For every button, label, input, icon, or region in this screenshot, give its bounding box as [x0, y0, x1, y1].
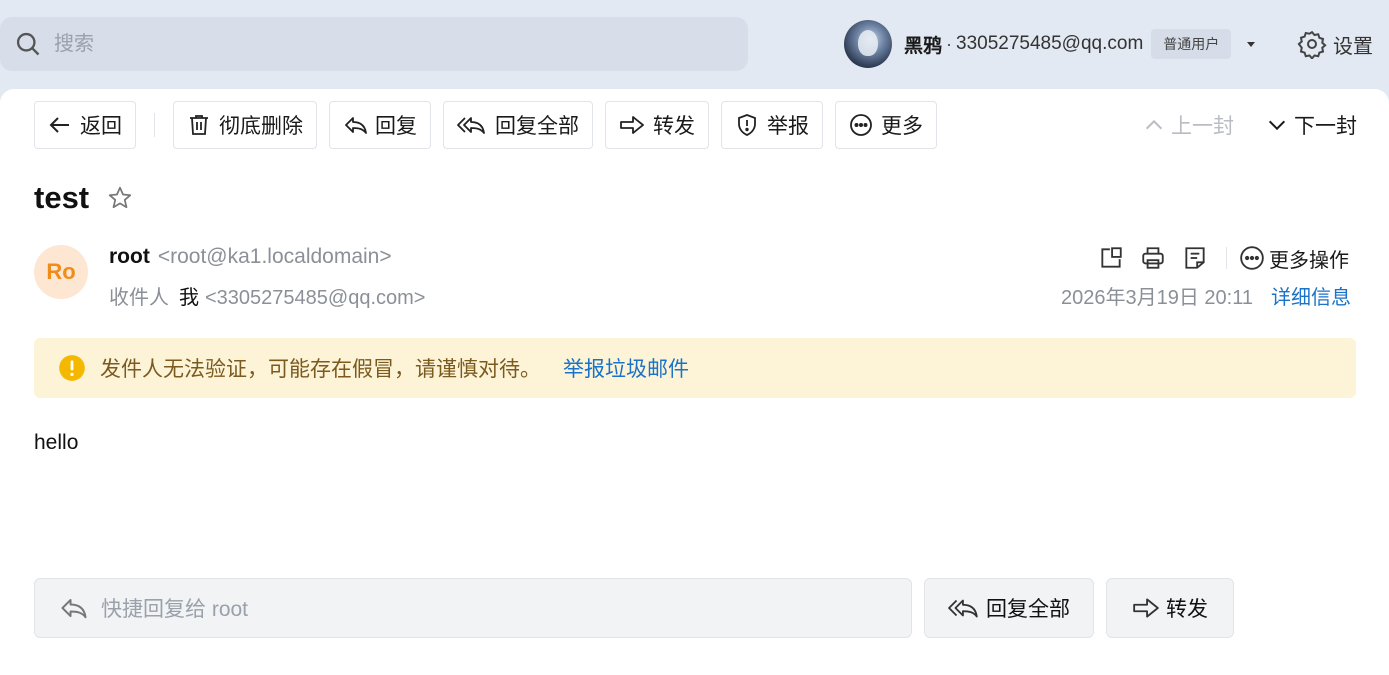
actions-divider — [1226, 247, 1227, 269]
toolbar-divider — [154, 113, 155, 137]
reply-all-icon — [948, 594, 980, 622]
delete-forever-label: 彻底删除 — [219, 115, 303, 138]
mail-body: hello — [34, 431, 79, 454]
user-email: 3305275485@qq.com — [956, 33, 1144, 54]
quick-reply-all-label: 回复全部 — [986, 598, 1070, 621]
quick-reply-all-button[interactable]: 回复全部 — [924, 578, 1094, 638]
more-circle-icon — [1239, 245, 1265, 271]
sender-avatar: Ro — [34, 245, 88, 299]
mail-toolbar: 返回 彻底删除 回复 回复全部 转发 举报 更多 — [34, 101, 949, 149]
quick-reply-placeholder: 快捷回复给 root — [101, 598, 249, 621]
back-label: 返回 — [80, 115, 122, 138]
detail-info-link[interactable]: 详细信息 — [1271, 281, 1351, 310]
reply-label: 回复 — [375, 115, 417, 138]
next-mail-button[interactable]: 下一封 — [1266, 110, 1357, 140]
delete-forever-button[interactable]: 彻底删除 — [173, 101, 317, 149]
prev-mail-label: 上一封 — [1171, 115, 1234, 138]
more-actions-label: 更多操作 — [1269, 249, 1349, 272]
chevron-up-icon — [1143, 114, 1165, 136]
reply-button[interactable]: 回复 — [329, 101, 431, 149]
reply-icon — [343, 113, 367, 137]
subject-title: test — [34, 180, 90, 215]
print-icon[interactable] — [1140, 245, 1166, 271]
more-label: 更多 — [881, 115, 923, 138]
note-icon[interactable] — [1182, 245, 1208, 271]
settings-label: 设置 — [1333, 35, 1373, 58]
quick-reply-input[interactable]: 快捷回复给 root — [34, 578, 912, 638]
forward-button[interactable]: 转发 — [605, 101, 709, 149]
search-input[interactable] — [54, 32, 654, 56]
report-spam-link[interactable]: 举报垃圾邮件 — [563, 353, 689, 383]
warning-text: 发件人无法验证，可能存在假冒，请谨慎对待。 — [100, 358, 541, 381]
report-label: 举报 — [767, 115, 809, 138]
recipient-label: 收件人 — [109, 287, 169, 309]
more-circle-icon — [849, 113, 873, 137]
prev-mail-button[interactable]: 上一封 — [1143, 110, 1234, 140]
user-info[interactable]: 黑鸦 · 3305275485@qq.com 普通用户 — [844, 19, 1257, 69]
sender-address: <root@ka1.localdomain> — [157, 245, 392, 268]
reply-all-button[interactable]: 回复全部 — [443, 101, 593, 149]
more-actions-button[interactable]: 更多操作 — [1239, 244, 1349, 273]
recipient-name[interactable]: 我 — [179, 281, 199, 310]
chevron-down-icon — [1266, 114, 1288, 136]
open-window-icon[interactable] — [1098, 245, 1124, 271]
forward-icon — [1132, 594, 1160, 622]
mail-panel: 返回 彻底删除 回复 回复全部 转发 举报 更多 上一封 下一封 test Ro… — [0, 89, 1389, 675]
user-name: 黑鸦 — [904, 35, 943, 57]
mail-subject: test — [34, 180, 133, 216]
caret-down-icon[interactable] — [1245, 38, 1257, 50]
next-mail-label: 下一封 — [1294, 115, 1357, 138]
more-button[interactable]: 更多 — [835, 101, 937, 149]
trash-icon — [187, 113, 211, 137]
warning-icon — [58, 354, 86, 382]
mail-date: 2026年3月19日 20:11 — [1061, 287, 1253, 309]
user-separator: · — [946, 33, 953, 54]
mail-meta: 2026年3月19日 20:11 详细信息 — [1061, 281, 1351, 310]
forward-icon — [619, 113, 645, 137]
arrow-left-icon — [48, 113, 72, 137]
settings-button[interactable]: 设置 — [1297, 29, 1373, 59]
forward-label: 转发 — [653, 115, 695, 138]
sender-warning-banner: 发件人无法验证，可能存在假冒，请谨慎对待。 举报垃圾邮件 — [34, 338, 1356, 398]
quick-forward-label: 转发 — [1166, 598, 1208, 621]
back-button[interactable]: 返回 — [34, 101, 136, 149]
star-icon[interactable] — [107, 185, 133, 211]
recipient-address: <3305275485@qq.com> — [205, 287, 426, 309]
report-button[interactable]: 举报 — [721, 101, 823, 149]
gear-icon — [1297, 29, 1327, 59]
reply-all-icon — [457, 113, 487, 137]
sender-name[interactable]: root — [109, 245, 150, 269]
user-type-badge: 普通用户 — [1151, 29, 1232, 59]
sender-line: root <root@ka1.localdomain> — [109, 245, 392, 269]
shield-alert-icon — [735, 113, 759, 137]
reply-icon — [59, 593, 89, 623]
search-icon — [14, 30, 42, 58]
user-avatar[interactable] — [844, 20, 892, 68]
mail-actions: 更多操作 — [1082, 243, 1349, 273]
top-bar: 黑鸦 · 3305275485@qq.com 普通用户 设置 — [0, 0, 1389, 90]
reply-all-label: 回复全部 — [495, 115, 579, 138]
mail-navigation: 上一封 下一封 — [1111, 101, 1357, 149]
quick-forward-button[interactable]: 转发 — [1106, 578, 1234, 638]
search-box[interactable] — [0, 17, 748, 71]
recipient-line: 收件人 我 <3305275485@qq.com> — [109, 281, 425, 310]
